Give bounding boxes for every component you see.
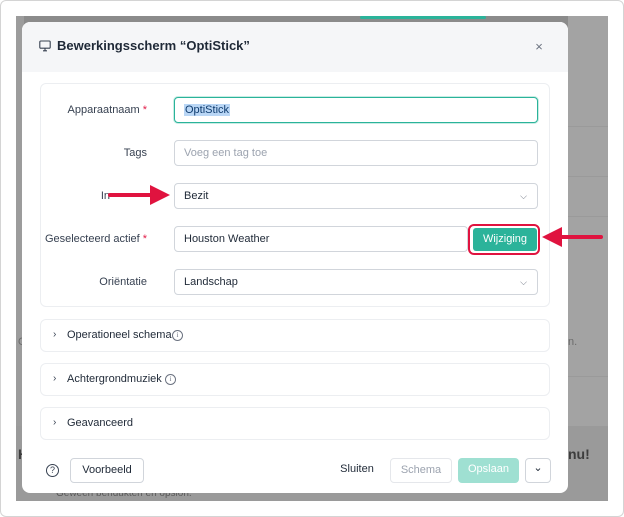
background-divider — [568, 126, 608, 127]
background-heading: nu! — [568, 446, 590, 462]
monitor-icon — [39, 40, 51, 52]
close-button[interactable]: Sluiten — [334, 458, 380, 483]
section-advanced[interactable]: › Geavanceerd — [40, 407, 550, 440]
tags-label: Tags — [123, 147, 147, 159]
help-icon[interactable]: ? — [46, 464, 59, 477]
selected-asset-input[interactable]: Houston Weather — [174, 226, 468, 252]
background-divider — [568, 376, 608, 377]
background-divider — [568, 176, 608, 177]
modal-header: Bewerkingsscherm “OptiStick” × — [22, 22, 568, 72]
background-green-button — [360, 16, 486, 19]
background-divider — [568, 216, 608, 217]
chevron-right-icon: › — [53, 417, 57, 428]
change-asset-button[interactable]: Wijziging — [473, 228, 537, 251]
chevron-down-icon: ⌄ — [533, 462, 543, 474]
close-icon[interactable]: × — [532, 40, 546, 54]
section-label: Operationeel schema — [67, 329, 172, 341]
section-background-music[interactable]: › Achtergrondmuziek i — [40, 363, 550, 396]
orientation-label: Oriëntatie — [99, 276, 147, 288]
section-label: Geavanceerd — [67, 417, 134, 429]
section-operational-schedule[interactable]: › Operationeel schema i — [40, 319, 550, 352]
content-select[interactable]: Bezit ⌵ — [174, 183, 538, 209]
modal-title: Bewerkingsscherm “OptiStick” — [57, 38, 250, 53]
device-name-input[interactable]: OptiStick — [174, 97, 538, 123]
chevron-right-icon: › — [53, 329, 57, 340]
device-name-label: Apparaatnaam * — [67, 104, 147, 116]
edit-screen-modal: Bewerkingsscherm “OptiStick” × Apparaatn… — [22, 22, 568, 493]
chevron-down-icon: ⌵ — [520, 191, 527, 201]
tags-input[interactable]: Voeg een tag toe — [174, 140, 538, 166]
preview-button[interactable]: Voorbeeld — [70, 458, 144, 483]
chevron-right-icon: › — [53, 373, 57, 384]
background-text: n. — [568, 336, 578, 348]
annotation-arrow-left — [542, 227, 603, 247]
info-icon[interactable]: i — [165, 374, 176, 385]
save-options-dropdown[interactable]: ⌄ — [525, 458, 551, 483]
info-icon[interactable]: i — [172, 330, 183, 341]
selected-asset-label: Geselecteerd actief * — [44, 233, 147, 245]
save-button[interactable]: Opslaan — [458, 458, 519, 483]
orientation-select[interactable]: Landschap ⌵ — [174, 269, 538, 295]
section-label: Achtergrondmuziek — [67, 373, 162, 385]
schema-button[interactable]: Schema — [390, 458, 452, 483]
chevron-down-icon: ⌵ — [520, 277, 527, 287]
annotation-arrow-right — [108, 185, 170, 205]
